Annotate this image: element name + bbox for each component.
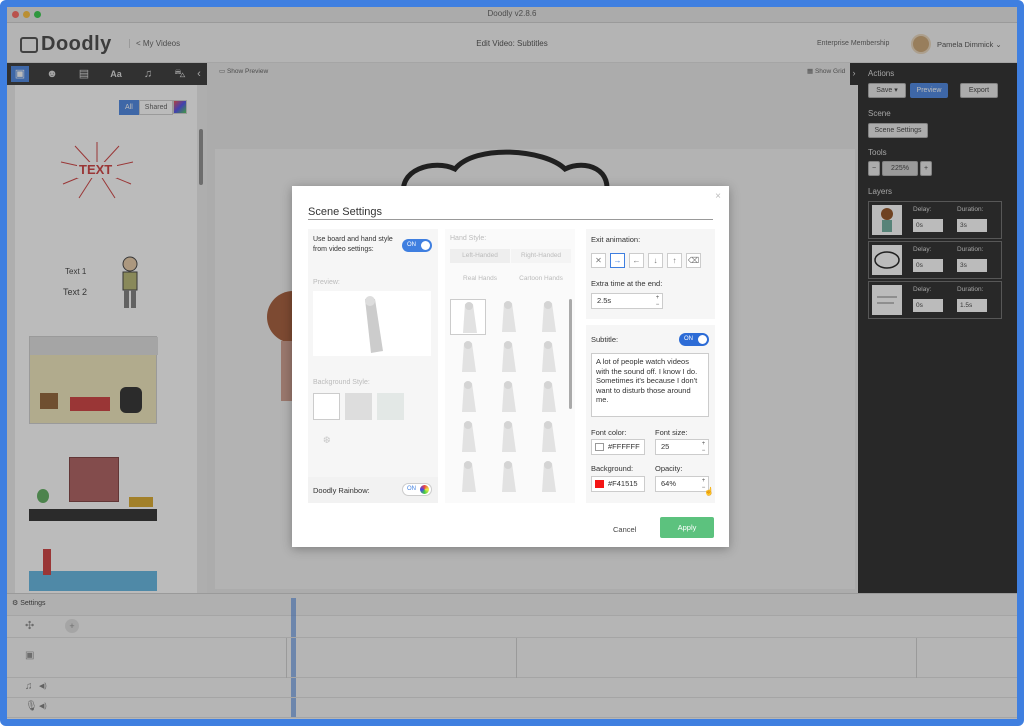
exit-animation-section: Exit animation: ✕ → ← ↓ ↑ ⌫ Extra time a… [586, 229, 715, 319]
doodly-rainbow-row: Doodly Rainbow: ON [308, 477, 438, 503]
font-size-label: Font size: [655, 428, 688, 437]
left-handed-button[interactable]: Left-Handed [450, 249, 510, 263]
settings-icon[interactable]: ❆ [323, 435, 331, 446]
extra-time-input[interactable]: 2.5s + − [591, 293, 663, 309]
font-color-input[interactable]: #FFFFFF [591, 439, 645, 455]
cancel-button[interactable]: Cancel [613, 525, 636, 534]
hand-option[interactable] [450, 339, 486, 375]
hand-option[interactable] [530, 459, 566, 495]
decrement-icon[interactable]: − [700, 448, 707, 454]
hand-option[interactable] [490, 339, 526, 375]
exit-slide-down-icon[interactable]: ↓ [648, 253, 663, 268]
hand-option[interactable] [450, 419, 486, 455]
background-color-label: Background: [591, 464, 634, 473]
opacity-input[interactable]: 64% + − [655, 476, 709, 492]
hand-option[interactable] [490, 299, 526, 335]
board-hand-label: Use board and hand style from video sett… [313, 236, 393, 253]
cartoon-hands-tab[interactable]: Cartoon Hands [511, 275, 571, 282]
background-color-input[interactable]: #F41515 [591, 476, 645, 492]
hand-option[interactable] [450, 459, 486, 495]
increment-icon[interactable]: + [700, 478, 707, 484]
subtitle-textarea[interactable]: A lot of people watch videos with the so… [591, 353, 709, 417]
hand-grid-scrollbar[interactable] [569, 299, 572, 409]
apply-button[interactable]: Apply [660, 517, 714, 538]
hand-option[interactable] [530, 339, 566, 375]
extra-time-label: Extra time at the end: [591, 279, 663, 288]
right-handed-button[interactable]: Right-Handed [511, 249, 571, 263]
background-swatch-grey[interactable] [345, 393, 372, 420]
hand-preview [313, 291, 431, 356]
font-size-input[interactable]: 25 + − [655, 439, 709, 455]
exit-slide-right-icon[interactable]: → [610, 253, 625, 268]
exit-slide-left-icon[interactable]: ← [629, 253, 644, 268]
real-hands-tab[interactable]: Real Hands [450, 275, 510, 282]
exit-animation-label: Exit animation: [591, 235, 641, 244]
hand-preview-image [365, 296, 383, 353]
hand-option[interactable] [450, 379, 486, 415]
font-color-label: Font color: [591, 428, 627, 437]
exit-slide-up-icon[interactable]: ↑ [667, 253, 682, 268]
close-icon[interactable]: × [715, 191, 721, 202]
hand-option[interactable] [530, 299, 566, 335]
exit-none-icon[interactable]: ✕ [591, 253, 606, 268]
hand-option[interactable] [490, 419, 526, 455]
cursor-icon: ☝ [704, 487, 714, 496]
font-color-swatch[interactable] [595, 443, 604, 451]
background-swatch-white[interactable] [313, 393, 340, 420]
background-style-label: Background Style: [313, 379, 370, 386]
subtitle-label: Subtitle: [591, 335, 619, 344]
hand-option[interactable] [490, 459, 526, 495]
app-window: Doodly v2.8.6 Doodly < My Videos Edit Vi… [0, 0, 1024, 726]
increment-icon[interactable]: + [654, 295, 661, 301]
hand-option[interactable] [530, 419, 566, 455]
scene-settings-dialog: × Scene Settings Use board and hand styl… [292, 186, 729, 547]
hand-style-column: Hand Style: Left-Handed Right-Handed Rea… [445, 229, 575, 503]
hand-option[interactable] [530, 379, 566, 415]
subtitle-section: Subtitle: ON A lot of people watch video… [586, 325, 715, 503]
board-hand-toggle[interactable]: ON [402, 239, 432, 252]
dialog-title: Scene Settings [308, 206, 382, 218]
hand-option[interactable] [490, 379, 526, 415]
hand-option[interactable] [450, 299, 486, 335]
increment-icon[interactable]: + [700, 441, 707, 447]
preview-label: Preview: [313, 279, 340, 286]
doodly-rainbow-toggle[interactable]: ON [402, 483, 432, 496]
decrement-icon[interactable]: − [654, 302, 661, 308]
exit-erase-icon[interactable]: ⌫ [686, 253, 701, 268]
opacity-label: Opacity: [655, 464, 683, 473]
hand-style-label: Hand Style: [450, 235, 487, 242]
background-swatch-chalk[interactable] [377, 393, 404, 420]
background-color-swatch[interactable] [595, 480, 604, 488]
subtitle-toggle[interactable]: ON [679, 333, 709, 346]
board-settings-column: Use board and hand style from video sett… [308, 229, 438, 503]
